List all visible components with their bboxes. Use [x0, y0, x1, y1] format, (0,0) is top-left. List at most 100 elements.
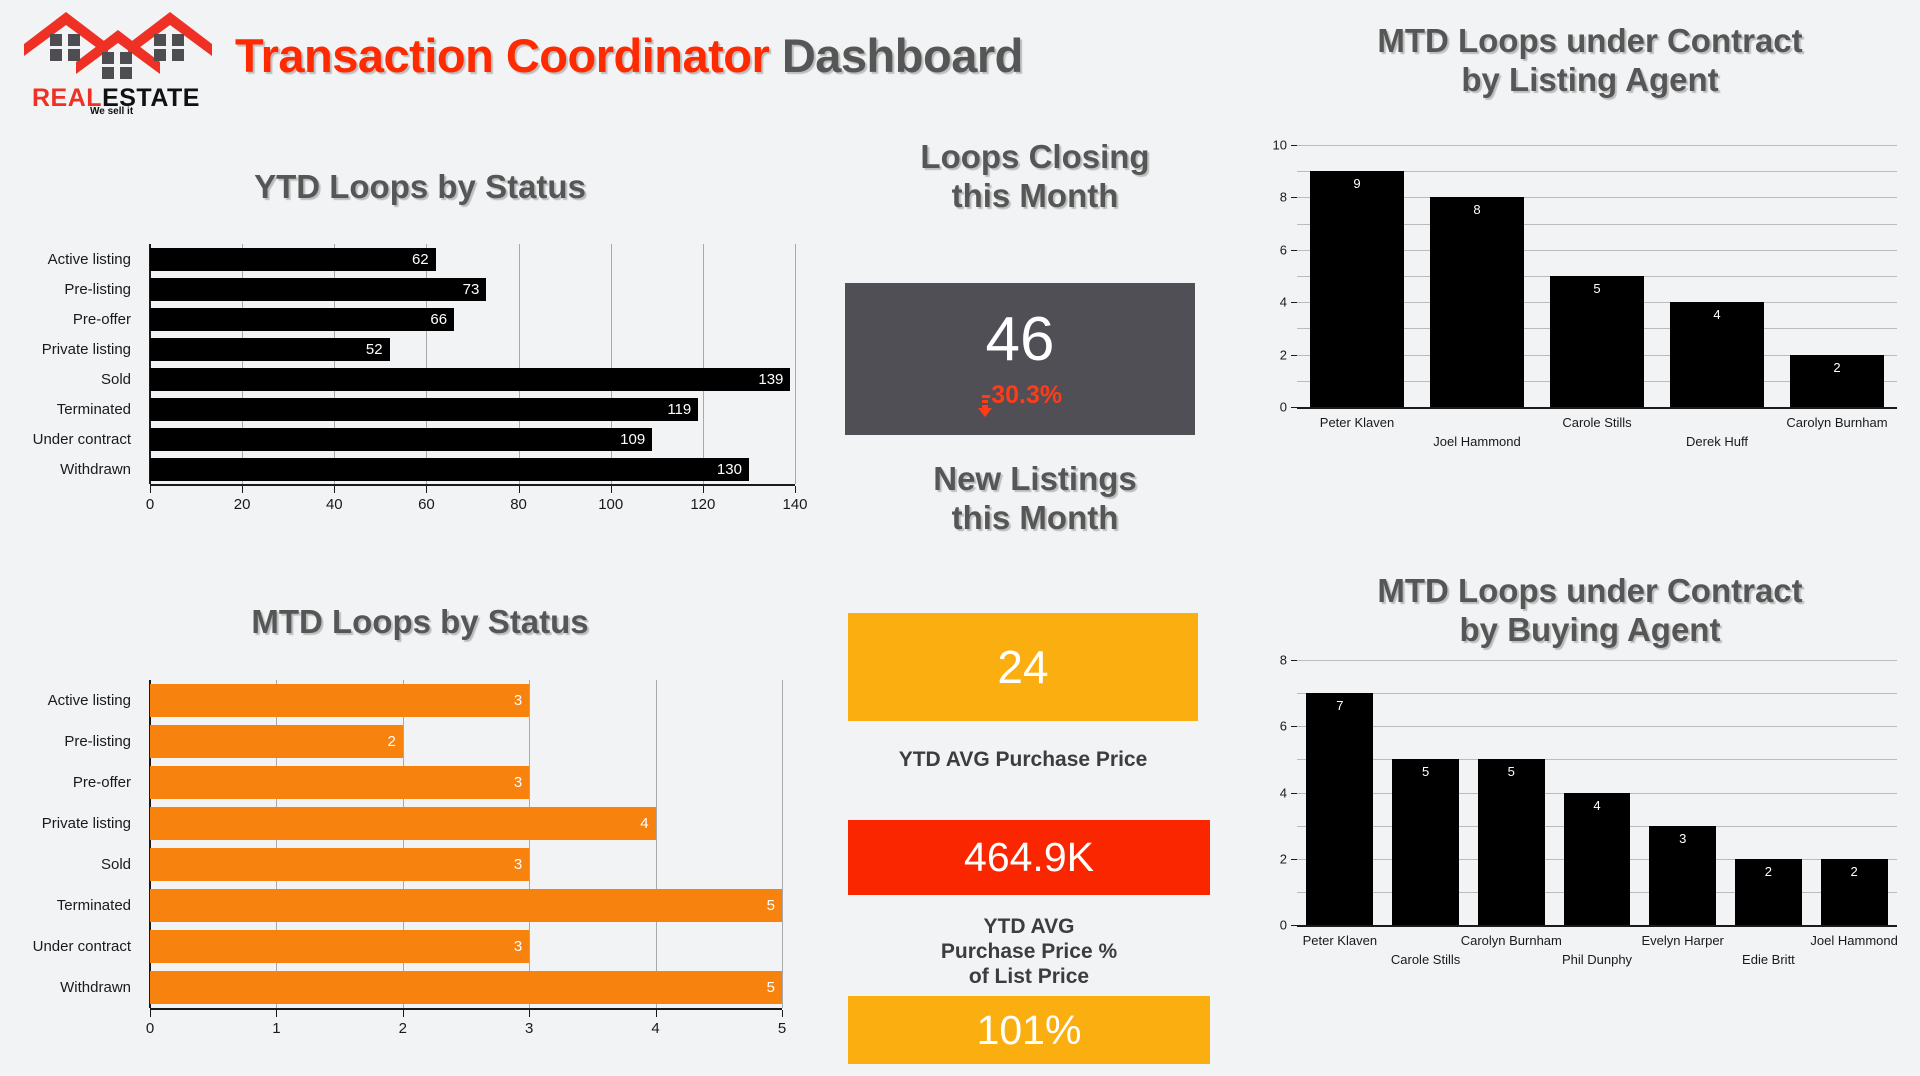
y-tick-label: 8 [1279, 189, 1287, 205]
x-tick-mark [426, 486, 428, 493]
x-axis-line [150, 1008, 782, 1010]
bar-value-label: 130 [716, 460, 742, 478]
listing-agent-title-line2: by Listing Agent [1461, 60, 1719, 98]
bar[interactable]: 66 [150, 307, 455, 331]
category-label: Pre-listing [64, 280, 131, 298]
bar[interactable]: 3 [150, 766, 530, 799]
loops-closing-title-line1: Loops Closing [920, 138, 1150, 175]
bar[interactable]: 130 [150, 457, 749, 481]
bar[interactable]: 62 [150, 247, 436, 271]
category-label: Under contract [32, 430, 131, 448]
bar-value-label: 3 [513, 938, 523, 955]
bar[interactable]: 9 [1310, 171, 1404, 407]
ytd-avg-pct-caption-line3: of List Price [968, 964, 1090, 988]
category-label: Carole Stills [1562, 415, 1632, 430]
ytd-avg-purchase-price-caption: YTD AVG Purchase Price [898, 748, 1148, 771]
bar[interactable]: 5 [1477, 759, 1545, 925]
x-tick-mark [655, 1010, 657, 1017]
category-label: Pre-offer [72, 774, 131, 791]
category-label: Active listing [47, 692, 131, 709]
bar-value-label: 2 [1764, 863, 1773, 879]
x-tick-label: 60 [418, 496, 435, 513]
loops-closing-kpi-card[interactable]: 46 -30.3% [845, 283, 1195, 435]
bar-value-label: 2 [1833, 359, 1841, 375]
bar-value-label: 3 [513, 692, 523, 709]
buying-agent-title-line2: by Buying Agent [1459, 610, 1721, 648]
ytd-avg-pct-of-list-card[interactable]: 101% [848, 996, 1210, 1064]
category-label: Sold [100, 370, 131, 388]
bar-value-label: 8 [1473, 202, 1481, 218]
bar[interactable]: 5 [1392, 759, 1459, 925]
loops-closing-delta: -30.3% [977, 380, 1063, 417]
bar[interactable]: 3 [150, 684, 530, 717]
new-listings-kpi-card[interactable]: 24 [848, 613, 1198, 721]
category-label: Terminated [56, 897, 131, 914]
loops-closing-title-line2: this Month [951, 176, 1119, 214]
category-label: Terminated [56, 400, 131, 418]
ytd-avg-pct-of-list-caption: YTD AVG Purchase Price % of List Price [848, 915, 1210, 989]
category-label: Edie Britt [1742, 952, 1795, 967]
category-label: Peter Klaven [1302, 933, 1378, 948]
x-tick-mark [150, 1010, 151, 1017]
y-tick-label: 0 [1279, 917, 1287, 933]
bar[interactable]: 119 [150, 397, 699, 421]
ytd-avg-purchase-price-card[interactable]: 464.9K [848, 820, 1210, 895]
ytd-avg-pct-caption-line1: YTD AVG [983, 915, 1075, 938]
loops-closing-delta-value: -30.3% [982, 380, 1063, 409]
x-tick-label: 1 [272, 1020, 281, 1037]
bar[interactable]: 4 [1563, 792, 1631, 925]
x-axis-line [1297, 925, 1897, 927]
bar[interactable]: 3 [1649, 825, 1717, 925]
x-tick-mark [702, 486, 704, 493]
bar[interactable]: 109 [150, 427, 653, 451]
bar[interactable]: 4 [1670, 302, 1764, 407]
new-listings-value: 24 [997, 641, 1049, 693]
category-label: Joel Hammond [1810, 933, 1898, 948]
bar[interactable]: 8 [1430, 197, 1524, 407]
bar-value-label: 2 [1850, 863, 1858, 879]
bar-value-label: 9 [1353, 176, 1361, 192]
bar[interactable]: 5 [1550, 276, 1644, 407]
three-houses-icon [18, 6, 218, 84]
bar-value-label: 5 [766, 897, 775, 914]
y-tick-label: 2 [1279, 347, 1287, 363]
bar[interactable]: 52 [150, 337, 390, 361]
bar-value-label: 3 [1679, 830, 1687, 846]
bar[interactable]: 73 [150, 277, 487, 301]
x-axis-line [1297, 407, 1897, 409]
x-tick-label: 0 [145, 1020, 155, 1037]
ytd-loops-chart: Active listing Pre-listing Pre-offer Privat… [10, 244, 808, 544]
bar[interactable]: 2 [1820, 858, 1888, 925]
bar[interactable]: 3 [150, 930, 530, 963]
bar[interactable]: 5 [150, 889, 782, 922]
x-tick-mark [529, 1010, 531, 1017]
y-tick-label: 10 [1272, 137, 1287, 153]
buying-agent-title: MTD Loops under Contract by Buying Agent [1270, 572, 1910, 650]
bar[interactable]: 5 [150, 971, 782, 1004]
bar[interactable]: 139 [150, 367, 791, 391]
x-tick-label: 40 [325, 496, 343, 513]
x-tick-label: 20 [233, 496, 251, 513]
bar[interactable]: 7 [1306, 693, 1374, 925]
x-tick-mark [518, 486, 520, 493]
bar[interactable]: 3 [150, 848, 530, 881]
y-tick-label: 4 [1279, 294, 1287, 310]
ytd-loops-title: YTD Loops by Status [254, 168, 586, 205]
mtd-loops-chart: Active listing Pre-listing Pre-offer Privat… [10, 680, 800, 1070]
logo-tagline: We sell it [90, 106, 134, 117]
bar[interactable]: 2 [1790, 354, 1884, 407]
bar[interactable]: 2 [150, 725, 403, 758]
category-label: Phil Dunphy [1561, 952, 1633, 967]
plot-region: 7 5 5 4 3 2 2 [1297, 660, 1897, 925]
x-tick-label: 5 [777, 1020, 787, 1037]
y-tick-label: 6 [1279, 242, 1287, 258]
ytd-avg-purchase-price-value: 464.9K [964, 834, 1094, 880]
new-listings-title-line2: this Month [951, 498, 1119, 536]
bar[interactable]: 4 [150, 807, 656, 840]
x-tick-label: 2 [398, 1020, 407, 1037]
ytd-avg-pct-of-list-value: 101% [976, 1006, 1082, 1053]
bar-value-label: 62 [411, 250, 429, 268]
bar-value-label: 109 [620, 430, 646, 448]
new-listings-title: New Listings this Month [845, 460, 1225, 538]
bar[interactable]: 2 [1735, 858, 1802, 925]
